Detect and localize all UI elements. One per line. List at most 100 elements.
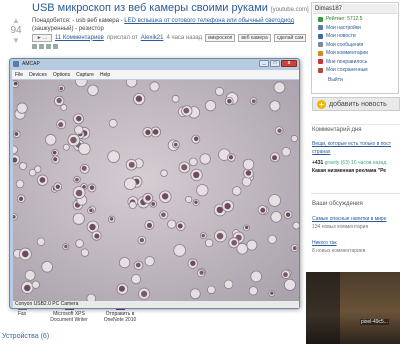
cell-shape [283, 210, 293, 220]
menu-devices[interactable]: Devices [29, 72, 47, 78]
video-thumbnail[interactable] [340, 272, 400, 344]
cell-shape [199, 153, 211, 165]
cell-shape [91, 230, 102, 241]
user-menu-messages[interactable]: Мои сообщения [312, 41, 398, 50]
comments-link[interactable]: 11 Комментариев [55, 35, 104, 41]
user-menu-news[interactable]: Мои новости [312, 32, 398, 41]
cell-shape [214, 86, 224, 96]
devices-section-label[interactable]: Устройства (6) [2, 333, 49, 340]
user-menu-settings[interactable]: Мои настройки [312, 24, 398, 33]
share-icons [32, 44, 58, 49]
tag-chip[interactable]: сделай сам [273, 33, 307, 42]
logout-link[interactable]: Выйти [312, 77, 398, 83]
menu-file[interactable]: File [15, 72, 23, 78]
cell-shape [130, 274, 142, 285]
cell-shape [24, 269, 36, 281]
cell-shape [270, 211, 282, 223]
cell-shape [144, 220, 155, 230]
divider [311, 193, 400, 194]
cell-shape [160, 169, 168, 177]
cell-shape [56, 119, 67, 130]
vote-down-icon[interactable]: ▼ [6, 36, 26, 45]
comment-votes-count: +431 [312, 160, 324, 166]
comment-text: Какая низменная реклама "Ре [312, 168, 387, 174]
play-button[interactable]: ► ... [32, 33, 52, 42]
cell-shape [181, 105, 193, 117]
menu-capture[interactable]: Capture [76, 72, 94, 78]
cell-shape [281, 147, 291, 157]
cell-shape [53, 182, 63, 192]
share-icon[interactable] [32, 44, 37, 49]
cell-shape [138, 287, 151, 300]
cell-shape [107, 150, 120, 163]
user-menu-liked[interactable]: Мне понравилось [312, 58, 398, 67]
discussion-link[interactable]: Никого так [312, 240, 400, 246]
minimize-button[interactable]: _ [259, 60, 269, 67]
comment-of-day-link-cont[interactable]: странах [312, 149, 400, 155]
cell-shape [21, 281, 34, 294]
cell-shape [185, 195, 193, 203]
author-link[interactable]: Alexik21 [141, 35, 164, 41]
menu-help[interactable]: Help [100, 72, 110, 78]
cell-shape [75, 239, 84, 248]
close-button[interactable]: x [281, 60, 297, 67]
cell-shape [269, 100, 281, 112]
tag-chip[interactable]: веб камера [238, 33, 271, 42]
cell-shape [290, 244, 299, 253]
settings-icon [318, 25, 323, 31]
comment-of-day-link[interactable]: Вещи, которые есть только в пост [312, 141, 400, 147]
news-icon [318, 33, 323, 39]
window-controls: _ □ x [259, 60, 297, 67]
add-news-button[interactable]: + добавить новость [312, 97, 400, 111]
cell-shape [18, 247, 32, 261]
share-icon[interactable] [46, 44, 51, 49]
cell-shape [227, 153, 236, 162]
amcap-window[interactable]: AMCAP _ □ x File Devices Options Capture… [9, 58, 300, 309]
cell-shape [45, 134, 57, 146]
cell-shape [13, 130, 21, 138]
post-desc-link[interactable]: LED вспышка от сотового телефона или обы… [124, 18, 294, 24]
cell-shape [31, 280, 40, 289]
tag-chip[interactable]: микроскоп [205, 33, 236, 42]
user-menu-saved[interactable]: Мои сохраненные [312, 66, 398, 75]
post-title[interactable]: USB микроскоп из веб камеры своими рукам… [32, 2, 309, 14]
post-title-text[interactable]: USB микроскоп из веб камеры своими рукам… [32, 2, 268, 14]
maximize-button[interactable]: □ [270, 60, 280, 67]
cell-shape [190, 168, 203, 182]
cell-shape [125, 158, 138, 171]
cell-shape [124, 177, 137, 191]
share-icon[interactable] [39, 44, 44, 49]
cell-shape [242, 158, 255, 171]
user-menu-comments[interactable]: Мои комментарии [312, 49, 398, 58]
comments-icon [318, 50, 323, 56]
cell-shape [17, 194, 26, 203]
video-thumbnail[interactable] [306, 272, 340, 344]
window-titlebar[interactable]: AMCAP _ □ x [10, 59, 299, 69]
cell-shape [189, 157, 198, 167]
cell-shape [62, 143, 70, 151]
vote-up-icon[interactable]: ▲ [6, 16, 26, 25]
user-menu-rating[interactable]: Рейтинг: 5712.5 [312, 15, 398, 24]
user-menu-label: Мои новости [326, 33, 356, 40]
cell-shape [204, 100, 217, 112]
cell-shape [80, 248, 90, 257]
user-menu-label: Рейтинг: 5712.5 [326, 16, 363, 23]
cell-shape [189, 288, 201, 300]
user-menu-label: Мне понравилось [326, 58, 368, 65]
comment-votes: +431 gravity (63) 16 часов назад [312, 160, 386, 166]
vote-score: 94 [10, 25, 22, 36]
cell-shape [268, 194, 281, 207]
discussion-link[interactable]: Самые опасные напитки в мире [312, 216, 400, 222]
rating-icon [318, 16, 323, 22]
cell-shape [187, 258, 198, 269]
menu-options[interactable]: Options [53, 72, 70, 78]
cell-shape [167, 219, 177, 229]
cell-shape [72, 212, 85, 225]
user-menu-label: Мои сохраненные [326, 67, 368, 74]
post-source-tag[interactable]: [youtube.com] [271, 7, 309, 13]
share-icon[interactable] [53, 44, 58, 49]
cell-shape [74, 125, 84, 135]
username[interactable]: Dimas187 [313, 4, 397, 14]
cell-shape [41, 260, 53, 273]
status-bar: Conyon USB2.0 PC Camera [13, 301, 299, 308]
